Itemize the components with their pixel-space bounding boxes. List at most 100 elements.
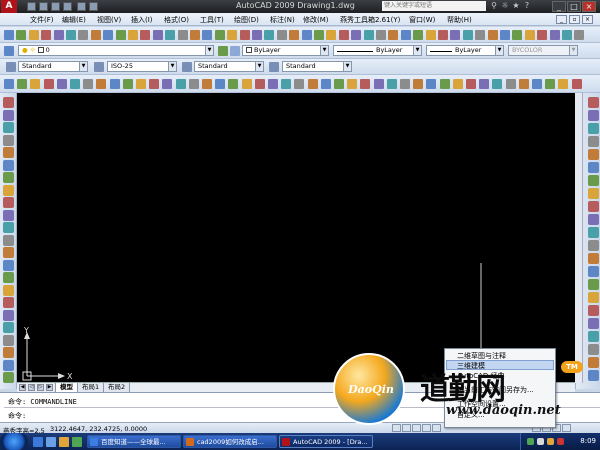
standard-tool-icon[interactable] — [202, 30, 213, 40]
menu-help[interactable]: 帮助(H) — [447, 15, 472, 25]
standard-tool-icon[interactable] — [537, 30, 548, 40]
draw-tool-icon[interactable] — [3, 197, 14, 208]
modify-tool-icon[interactable] — [588, 227, 599, 238]
quicklaunch-desktop-icon[interactable] — [46, 437, 56, 447]
modify-tool-icon[interactable] — [588, 162, 599, 173]
standard-tool-icon[interactable] — [115, 30, 126, 40]
modify-tool-icon[interactable] — [588, 331, 599, 342]
draw-tool-icon[interactable] — [3, 372, 14, 383]
redo-icon[interactable] — [89, 2, 98, 11]
standard-tool-icon[interactable] — [574, 30, 585, 40]
dimension-tool-icon[interactable] — [532, 79, 542, 89]
standard-tool-icon[interactable] — [289, 30, 300, 40]
modify-tool-icon[interactable] — [588, 188, 599, 199]
mleader-style-icon[interactable] — [269, 62, 279, 72]
dimension-tool-icon[interactable] — [96, 79, 107, 89]
modify-tool-icon[interactable] — [588, 97, 599, 108]
grid-toggle[interactable] — [402, 424, 411, 432]
doc-close-button[interactable]: × — [582, 15, 593, 24]
plot-icon[interactable] — [63, 2, 72, 11]
standard-tool-icon[interactable] — [314, 30, 324, 40]
menu-draw[interactable]: 绘图(D) — [234, 15, 259, 25]
standard-tool-icon[interactable] — [190, 30, 200, 40]
clean-screen-icon[interactable] — [562, 424, 571, 432]
close-button[interactable]: × — [582, 1, 596, 12]
dimension-tool-icon[interactable] — [479, 79, 490, 89]
standard-tool-icon[interactable] — [16, 30, 27, 40]
lineweight-dropdown[interactable]: ByLayer ▼ — [426, 45, 504, 56]
dimension-tool-icon[interactable] — [43, 79, 54, 89]
menu-item-2d-drafting[interactable]: 二维草图与注释 — [457, 351, 506, 361]
draw-tool-icon[interactable] — [3, 347, 14, 358]
save-icon[interactable] — [51, 2, 60, 11]
taskbar-item-baidu[interactable]: 百度知道——全球最... — [87, 435, 181, 448]
dimension-tool-icon[interactable] — [149, 79, 160, 89]
polar-toggle[interactable] — [422, 424, 431, 432]
dimension-tool-icon[interactable] — [360, 79, 371, 89]
menu-file[interactable]: 文件(F) — [30, 15, 54, 25]
tray-app-icon[interactable] — [547, 438, 554, 445]
quicklaunch-ie-icon[interactable] — [33, 437, 43, 447]
standard-tool-icon[interactable] — [450, 30, 461, 40]
make-layer-current-icon[interactable] — [218, 46, 228, 56]
dim-style-dropdown[interactable]: ISO-25 ▼ — [107, 61, 177, 72]
draw-tool-icon[interactable] — [3, 334, 14, 346]
standard-tool-icon[interactable] — [363, 30, 374, 40]
modify-tool-icon[interactable] — [588, 201, 599, 212]
favorites-icon[interactable]: ★ — [511, 1, 521, 11]
standard-tool-icon[interactable] — [140, 30, 151, 40]
search-input[interactable]: 键入关键字或短语 — [382, 1, 486, 11]
drawing-canvas[interactable]: Y X — [17, 93, 575, 382]
modify-tool-icon[interactable] — [588, 253, 599, 264]
draw-tool-icon[interactable] — [3, 209, 14, 221]
dimension-tool-icon[interactable] — [558, 79, 569, 89]
modify-tool-icon[interactable] — [588, 240, 599, 251]
draw-tool-icon[interactable] — [3, 359, 14, 371]
network-icon[interactable] — [527, 438, 534, 445]
modify-tool-icon[interactable] — [588, 357, 599, 368]
menu-insert[interactable]: 插入(I) — [131, 15, 153, 25]
standard-tool-icon[interactable] — [214, 30, 225, 40]
autocad-logo-icon[interactable]: A — [1, 0, 17, 13]
modify-tool-icon[interactable] — [588, 149, 599, 160]
ortho-toggle[interactable] — [412, 424, 421, 432]
linetype-dropdown[interactable]: ByLayer ▼ — [333, 45, 422, 56]
modify-tool-icon[interactable] — [588, 266, 599, 277]
draw-tool-icon[interactable] — [3, 284, 14, 296]
dimension-tool-icon[interactable] — [492, 79, 503, 89]
dimension-tool-icon[interactable] — [386, 79, 397, 89]
first-tab-icon[interactable]: ◀ — [19, 384, 26, 391]
menu-yanxiu-toolbox[interactable]: 燕秀工具箱2.61(Y) — [340, 15, 400, 25]
layer-previous-icon[interactable] — [230, 46, 240, 56]
open-file-icon[interactable] — [39, 2, 48, 11]
prev-tab-icon[interactable]: ◁ — [28, 384, 35, 391]
dimension-tool-icon[interactable] — [83, 79, 94, 89]
standard-tool-icon[interactable] — [78, 30, 89, 40]
dimension-tool-icon[interactable] — [254, 79, 265, 89]
dimension-tool-icon[interactable] — [505, 79, 516, 89]
text-style-dropdown[interactable]: Standard ▼ — [18, 61, 88, 72]
standard-tool-icon[interactable] — [165, 30, 176, 40]
osnap-toggle[interactable] — [432, 424, 441, 432]
table-style-icon[interactable] — [182, 62, 192, 72]
maximize-button[interactable]: □ — [567, 1, 581, 12]
standard-tool-icon[interactable] — [28, 30, 39, 40]
doc-restore-button[interactable]: ▫ — [569, 15, 580, 24]
antivirus-icon[interactable] — [557, 438, 564, 445]
draw-tool-icon[interactable] — [3, 184, 14, 196]
standard-tool-icon[interactable] — [53, 30, 64, 40]
dimension-tool-icon[interactable] — [426, 79, 437, 89]
modify-tool-icon[interactable] — [588, 279, 599, 290]
dimension-tool-icon[interactable] — [281, 79, 292, 89]
dimension-tool-icon[interactable] — [56, 79, 67, 89]
dim-style-icon[interactable] — [94, 62, 104, 72]
standard-tool-icon[interactable] — [400, 30, 411, 40]
draw-tool-icon[interactable] — [3, 122, 14, 133]
standard-tool-icon[interactable] — [264, 30, 275, 40]
standard-tool-icon[interactable] — [152, 30, 163, 40]
standard-tool-icon[interactable] — [301, 30, 312, 40]
snap-toggle[interactable] — [392, 424, 401, 432]
modify-tool-icon[interactable] — [588, 214, 599, 225]
standard-tool-icon[interactable] — [562, 30, 572, 40]
draw-tool-icon[interactable] — [3, 222, 14, 233]
